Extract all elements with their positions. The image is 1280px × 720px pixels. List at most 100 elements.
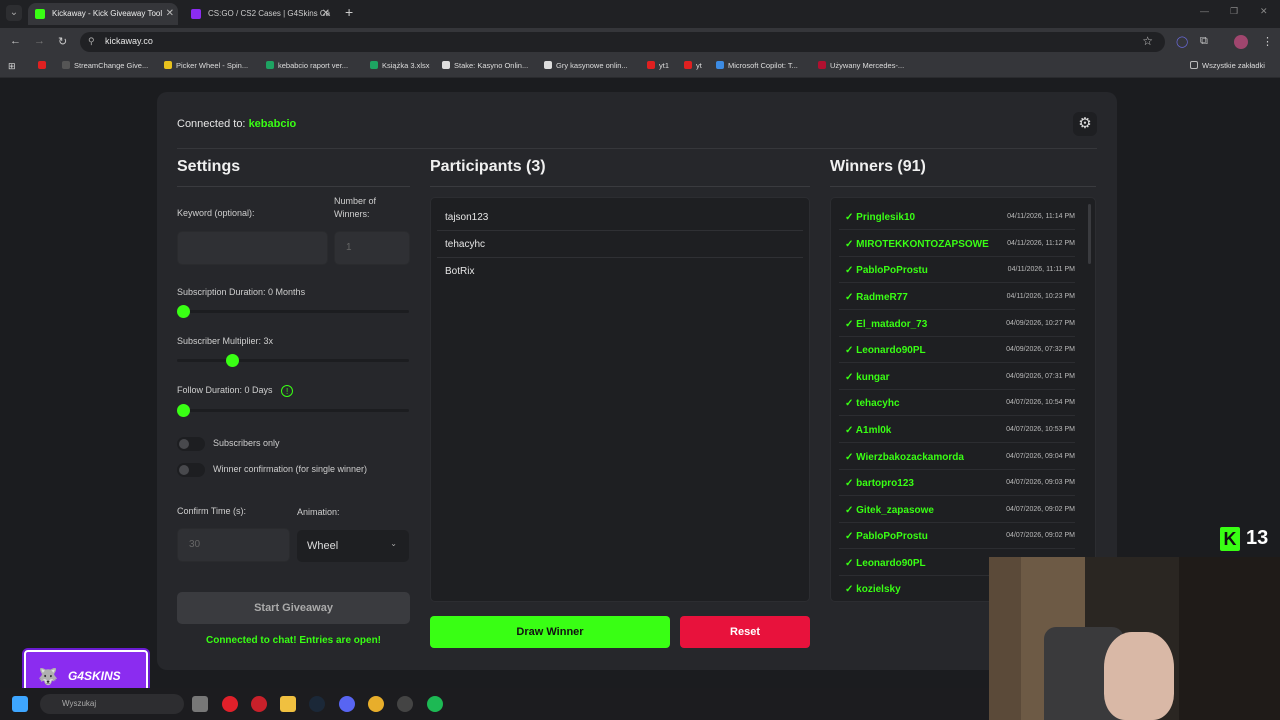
winner-row: ✓ El_matador_73 04/09/2026, 10:27 PM (839, 311, 1075, 337)
winners-scrollbar[interactable] (1088, 204, 1091, 264)
all-bookmarks-folder[interactable]: Wszystkie zakładki (1190, 61, 1265, 70)
bookmark-item[interactable]: Gry kasynowe onlin... (544, 61, 628, 70)
winner-row: ✓ PabloPoProstu 04/11/2026, 11:11 PM (839, 257, 1075, 283)
settings-gear-icon[interactable]: ⚙ (1073, 112, 1097, 136)
youtube-icon (684, 61, 692, 69)
subscribers-only-toggle[interactable] (177, 437, 205, 451)
toggle-knob (179, 439, 189, 449)
bookmark-streamchange[interactable] (38, 61, 50, 70)
tab-g4skins[interactable]: CS:GO / CS2 Cases | G4Skins Ca ✕ (184, 3, 334, 25)
winner-date: 04/07/2026, 10:53 PM (1006, 426, 1075, 433)
start-giveaway-button[interactable]: Start Giveaway (177, 592, 410, 624)
back-arrow-icon[interactable]: ← (10, 35, 21, 47)
keyword-input[interactable] (177, 231, 328, 265)
tab-kickaway[interactable]: Kickaway - Kick Giveaway Tool ✕ (28, 3, 178, 25)
confirm-time-input[interactable]: 30 (177, 528, 290, 562)
slider-handle[interactable] (177, 404, 190, 417)
bookmark-item[interactable]: Picker Wheel - Spin... (164, 61, 248, 70)
bookmark-label: Używany Mercedes-... (830, 61, 905, 70)
channel-name: kebabcio (248, 118, 297, 130)
file-explorer-icon[interactable] (280, 696, 296, 712)
bookmark-label: Stake: Kasyno Onlin... (454, 61, 529, 70)
winner-confirmation-label: Winner confirmation (for single winner) (213, 464, 368, 474)
winner-row: ✓ MIROTEKKONTOZAPSOWE 04/11/2026, 11:12 P… (839, 231, 1075, 257)
animation-selected-value: Wheel (307, 540, 339, 552)
bookmark-star-icon[interactable]: ☆ (1142, 34, 1153, 48)
menu-dots-icon[interactable]: ⋮ (1262, 35, 1273, 48)
divider (437, 230, 803, 231)
bookmark-item[interactable]: Stake: Kasyno Onlin... (442, 61, 528, 70)
g4skins-favicon-icon (191, 9, 201, 19)
stake-icon (544, 61, 552, 69)
spotify-icon[interactable] (427, 696, 443, 712)
bookmark-label: yt (696, 61, 702, 70)
bookmark-item[interactable]: yt (684, 61, 702, 70)
winner-row: ✓ RadmeR77 04/11/2026, 10:23 PM (839, 284, 1075, 310)
bookmark-item[interactable]: yt1 (647, 61, 669, 70)
webcam-streamer (1104, 632, 1174, 720)
bookmark-label: Książka 3.xlsx (382, 61, 430, 70)
profile-avatar[interactable] (1234, 35, 1248, 49)
minimize-icon[interactable]: — (1200, 6, 1209, 16)
discord-icon[interactable] (339, 696, 355, 712)
reload-icon[interactable]: ↻ (58, 35, 67, 48)
draw-winner-button[interactable]: Draw Winner (430, 616, 670, 648)
reset-button[interactable]: Reset (680, 616, 810, 648)
winners-list[interactable]: ✓ Pringlesik10 04/11/2026, 11:14 PM ✓ MIR… (830, 197, 1096, 602)
bookmark-label: yt1 (659, 61, 670, 70)
close-tab-icon[interactable]: ✕ (166, 3, 174, 25)
tab-search-chevron-icon[interactable]: ⌄ (6, 5, 22, 21)
webcam-overlay (989, 557, 1280, 720)
maximize-icon[interactable]: ❐ (1230, 6, 1238, 17)
opera-gx-icon[interactable] (251, 696, 267, 712)
winner-row: ✓ Pringlesik10 04/11/2026, 11:14 PM (839, 204, 1075, 230)
winner-row: ✓ Leonardo90PL 04/09/2026, 07:32 PM (839, 337, 1075, 363)
new-tab-plus-icon[interactable]: + (345, 4, 353, 20)
task-view-icon[interactable] (192, 696, 208, 712)
bookmark-item[interactable]: Używany Mercedes-... (818, 61, 904, 70)
taskbar-search-input[interactable]: Wyszukaj (40, 694, 184, 714)
winner-row: ✓ tehacyhc 04/07/2026, 10:54 PM (839, 390, 1075, 416)
winner-name: ✓ PabloPoProstu (845, 531, 928, 542)
extensions-puzzle-icon[interactable]: ⧉ (1200, 35, 1208, 48)
slider-handle[interactable] (226, 354, 239, 367)
opera-icon[interactable] (222, 696, 238, 712)
participants-list: tajson123 tehacyhc BotRix (430, 197, 810, 602)
close-tab-icon[interactable]: ✕ (322, 3, 330, 25)
winner-date: 04/09/2026, 07:32 PM (1006, 346, 1075, 353)
winners-underline (830, 186, 1096, 187)
copilot-icon (716, 61, 724, 69)
follow-duration-slider[interactable] (177, 404, 409, 417)
winner-confirmation-toggle[interactable] (177, 463, 205, 477)
winner-name: ✓ Wierzbakozackamorda (845, 452, 964, 463)
windows-start-icon[interactable] (12, 696, 28, 712)
subscription-duration-slider[interactable] (177, 305, 409, 318)
subscriber-multiplier-slider[interactable] (177, 354, 409, 367)
obs-icon[interactable] (397, 696, 413, 712)
address-bar[interactable]: ⚲ kickaway.co ☆ (80, 32, 1165, 52)
confirm-time-label: Confirm Time (s): (177, 506, 247, 516)
url-text[interactable]: kickaway.co (105, 36, 153, 46)
winners-count-input[interactable]: 1 (334, 231, 410, 265)
winner-date: 04/11/2026, 11:12 PM (1007, 240, 1075, 247)
slider-handle[interactable] (177, 305, 190, 318)
steam-icon[interactable] (309, 696, 325, 712)
info-icon[interactable]: ! (281, 385, 294, 397)
apps-grid-icon[interactable]: ⊞ (8, 61, 16, 72)
close-window-icon[interactable]: ✕ (1260, 6, 1268, 17)
extension-circle-icon[interactable]: ◯ (1176, 35, 1188, 48)
participants-underline (430, 186, 810, 187)
site-info-icon[interactable]: ⚲ (88, 36, 95, 47)
tab-title: Kickaway - Kick Giveaway Tool (52, 9, 163, 18)
animation-select[interactable]: Wheel ⌄ (297, 530, 409, 562)
bookmark-item[interactable]: Microsoft Copilot: T... (716, 61, 798, 70)
bookmark-item[interactable]: Książka 3.xlsx (370, 61, 430, 70)
browser-nav-bar: ← → ↻ ⚲ kickaway.co ☆ ◯ ⧉ ⋮ (0, 28, 1280, 56)
winner-date: 04/11/2026, 10:23 PM (1006, 293, 1075, 300)
chrome-icon[interactable] (368, 696, 384, 712)
forward-arrow-icon[interactable]: → (34, 35, 45, 47)
youtube-icon (38, 61, 46, 69)
bookmark-item[interactable]: StreamChange Give... (62, 61, 148, 70)
otomoto-icon (818, 61, 826, 69)
bookmark-item[interactable]: kebabcio raport ver... (266, 61, 348, 70)
